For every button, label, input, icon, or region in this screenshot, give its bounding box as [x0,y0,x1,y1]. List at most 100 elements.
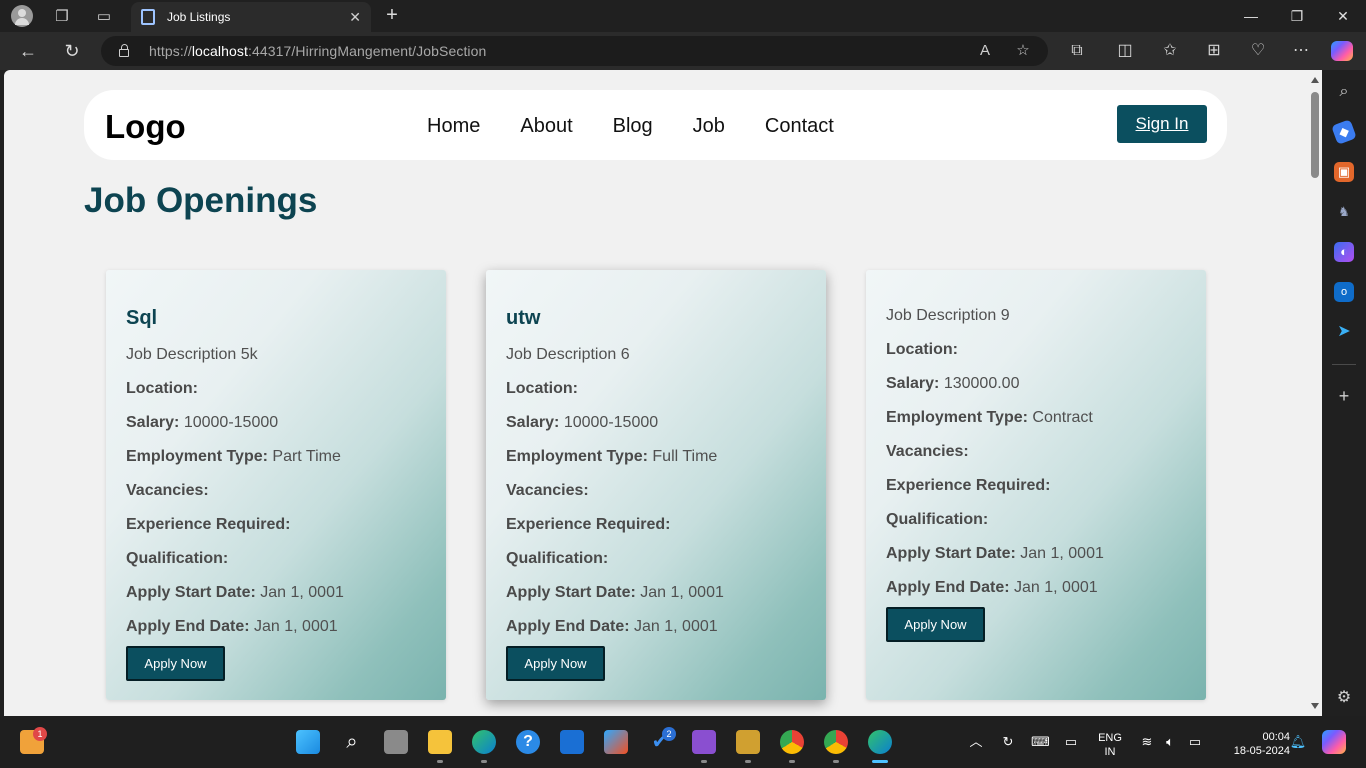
hp-icon[interactable] [560,730,584,754]
search-icon[interactable]: ⌕ [1334,82,1354,102]
todo-badge: 2 [662,727,676,741]
read-aloud-icon[interactable]: A [973,39,997,63]
language-indicator[interactable]: ENG IN [1094,731,1126,759]
nav-blog-link[interactable]: Blog [613,115,653,138]
scroll-up-icon[interactable] [1311,77,1319,83]
job-title: utw [506,307,541,329]
tab-title: Job Listings [167,10,231,24]
page-favicon-icon [141,9,155,25]
tools-icon[interactable]: ▣ [1334,162,1354,182]
job-qualification: Qualification: [126,550,229,567]
window-close-icon[interactable]: ✕ [1328,4,1358,28]
job-card: utw Job Description 6 Location: Salary: … [486,270,826,700]
store-icon[interactable] [604,730,628,754]
apply-now-button[interactable]: Apply Now [506,646,605,681]
job-description: Job Description 5k [126,346,258,363]
copilot-taskbar-icon[interactable] [1322,730,1346,754]
running-indicator [481,760,487,763]
job-salary: Salary: 10000-15000 [506,414,659,431]
visual-studio-icon[interactable] [692,730,716,754]
job-vacancies: Vacancies: [886,443,969,460]
diff-tool-icon[interactable] [736,730,760,754]
edge-taskbar-icon[interactable] [472,730,496,754]
job-experience: Experience Required: [126,516,291,533]
sign-in-button[interactable]: Sign In [1117,105,1207,143]
volume-icon[interactable]: 🔈︎ [1161,734,1179,750]
copilot-icon[interactable] [1331,39,1355,63]
url-text[interactable]: https://localhost:44317/HirringMangement… [149,43,486,59]
battery-icon[interactable]: ▭ [1186,734,1204,750]
chrome-profile-icon[interactable] [824,730,848,754]
job-location: Location: [506,380,578,397]
start-icon[interactable] [296,730,320,754]
nav-contact-link[interactable]: Contact [765,115,834,138]
restore-icon[interactable]: ❐ [1282,4,1312,28]
extensions-icon[interactable]: ⧉ [1065,39,1089,63]
notification-bell-icon[interactable]: 🔔︎ [1289,734,1307,750]
windows-taskbar: 1 ⌕ ? ✔ 2 ︿ ↻ ⌨ ▭ ENG IN ≋ 🔈︎ ▭ 00:04 18-0… [0,716,1366,768]
active-tab[interactable]: Job Listings ✕ [131,2,371,32]
more-options-icon[interactable]: ⋯ [1289,39,1313,63]
page-scrollbar[interactable] [1308,70,1322,716]
sync-icon[interactable]: ↻ [999,734,1017,750]
split-screen-icon[interactable]: ◫ [1113,39,1137,63]
job-salary: Salary: 130000.00 [886,375,1020,392]
wifi-icon[interactable]: ≋ [1138,734,1156,750]
games-icon[interactable]: ♞ [1334,202,1354,222]
running-indicator [701,760,707,763]
taskbar-search-icon[interactable]: ⌕ [340,730,364,754]
minimize-icon[interactable]: — [1236,4,1266,28]
add-sidebar-app-icon[interactable]: + [1334,386,1354,406]
collections-icon[interactable]: ⊞ [1202,39,1226,63]
task-view-icon[interactable] [384,730,408,754]
apply-now-button[interactable]: Apply Now [886,607,985,642]
outlook-icon[interactable]: o [1334,282,1354,302]
refresh-icon[interactable]: ↻ [60,39,84,63]
nav-about-link[interactable]: About [520,115,572,138]
help-icon[interactable]: ? [516,730,540,754]
address-bar[interactable]: https://localhost:44317/HirringMangement… [101,36,1048,66]
profile-icon[interactable] [10,4,34,28]
job-apply-end: Apply End Date: Jan 1, 0001 [126,618,338,635]
tab-close-icon[interactable]: ✕ [349,9,361,26]
job-employment-type: Employment Type: Full Time [506,448,718,465]
file-explorer-icon[interactable] [428,730,452,754]
sidebar-divider [1332,364,1356,365]
job-apply-start: Apply Start Date: Jan 1, 0001 [886,545,1104,562]
job-experience: Experience Required: [506,516,671,533]
favorite-star-icon[interactable]: ☆ [1011,39,1035,63]
lock-icon[interactable] [119,44,129,57]
scroll-down-icon[interactable] [1311,703,1319,709]
drop-icon[interactable]: ➤ [1334,322,1354,342]
sidebar-settings-icon[interactable]: ⚙ [1334,688,1354,708]
nav-links: Home About Blog Job Contact [427,115,874,138]
back-icon[interactable]: ← [16,39,40,63]
nav-job-link[interactable]: Job [693,115,725,138]
site-logo[interactable]: Logo [105,108,186,146]
nav-home-link[interactable]: Home [427,115,480,138]
tablet-icon[interactable]: ▭ [1062,734,1080,750]
vertical-tabs-icon[interactable]: ▭ [92,4,116,28]
active-indicator [872,760,888,763]
favorites-icon[interactable]: ✩ [1158,39,1182,63]
keyboard-icon[interactable]: ⌨ [1031,734,1050,750]
clock[interactable]: 00:04 18-05-2024 [1212,730,1290,758]
job-location: Location: [886,341,958,358]
browser-essentials-icon[interactable]: ♡ [1246,39,1270,63]
show-hidden-icons-icon[interactable]: ︿ [967,734,985,750]
running-indicator [745,760,751,763]
edge-active-icon[interactable] [868,730,892,754]
microsoft-365-icon[interactable]: ◐ [1334,242,1354,262]
job-salary: Salary: 10000-15000 [126,414,279,431]
job-qualification: Qualification: [506,550,609,567]
job-qualification: Qualification: [886,511,989,528]
scroll-thumb[interactable] [1311,92,1319,178]
job-vacancies: Vacancies: [126,482,209,499]
shopping-icon[interactable]: ◆ [1331,119,1357,145]
apply-now-button[interactable]: Apply Now [126,646,225,681]
job-apply-start: Apply Start Date: Jan 1, 0001 [126,584,344,601]
new-tab-button[interactable]: + [380,4,404,28]
chrome-icon[interactable] [780,730,804,754]
workspaces-icon[interactable]: ❐ [50,4,74,28]
job-apply-end: Apply End Date: Jan 1, 0001 [886,579,1098,596]
